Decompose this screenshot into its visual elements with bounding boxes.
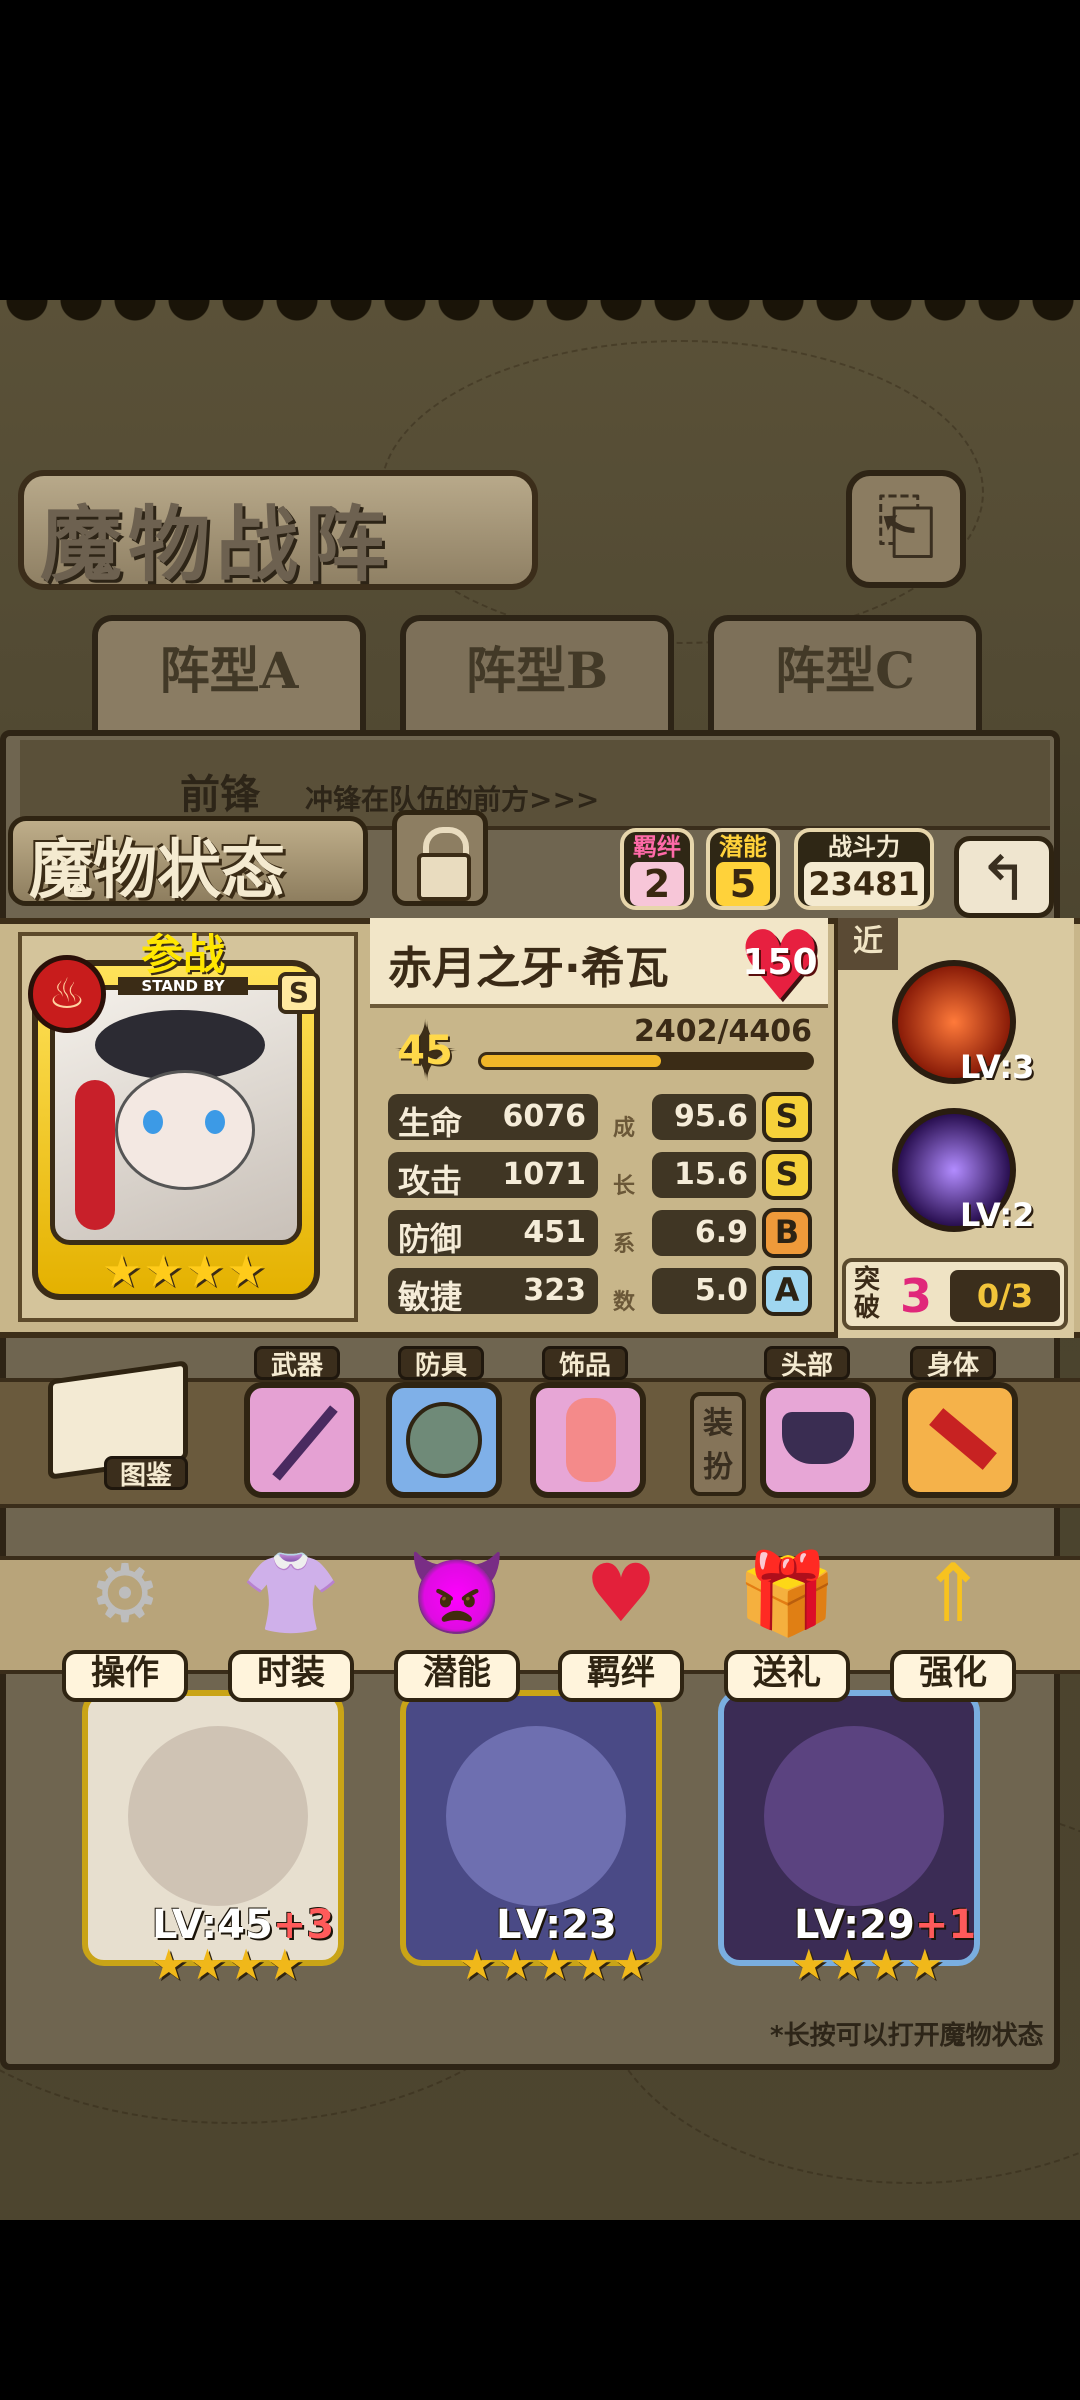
status-title-plate: 魔物状态 (8, 816, 368, 908)
long-press-hint: *长按可以打开魔物状态 (770, 2021, 1044, 2051)
potential-button[interactable]: 👿 潜能 (394, 1538, 520, 1702)
power-badge: 战斗力 23481 (794, 828, 934, 910)
dress-icon: 👚 (241, 1547, 341, 1640)
undo-button[interactable]: ↰ (954, 836, 1054, 918)
position-label: 前锋 (180, 772, 260, 818)
head-slot[interactable] (760, 1382, 876, 1498)
scroll-icon (929, 1408, 997, 1470)
team-card[interactable]: LV:45+3 (82, 1690, 344, 1966)
standby-badge: 参战 STAND BY (118, 933, 248, 995)
monster-portrait (128, 1726, 308, 1906)
growth-coefficient-label: 成长 系数 (612, 1116, 635, 1315)
growth-row: 15.6 (652, 1152, 756, 1198)
dress-up-button[interactable]: 装扮 (690, 1392, 746, 1496)
team-card[interactable]: LV:23 (400, 1690, 662, 1966)
team-card[interactable]: LV:29+1 (718, 1690, 980, 1966)
skill-level: LV:3 (960, 1048, 1035, 1086)
grade-badge: A (762, 1266, 812, 1316)
team-stars: ★★★★ (790, 1940, 945, 1989)
costume-button[interactable]: 👚 时装 (228, 1538, 354, 1702)
tab-formation-c[interactable]: 阵型C (708, 615, 982, 735)
tab-label: 阵型B (465, 641, 609, 700)
tab-label: 阵型C (775, 641, 915, 700)
range-tag: 近 (838, 918, 898, 970)
stat-row: 防御 451 (388, 1210, 598, 1258)
hearts-icon: ♥ (585, 1547, 657, 1640)
monster-name: 赤月之牙·希瓦 (388, 943, 669, 994)
stat-value: 451 (523, 1215, 586, 1250)
operation-button[interactable]: ⚙ 操作 (62, 1538, 188, 1702)
stat-row: 生命 6076 (388, 1094, 598, 1142)
growth-value: 5.0 (694, 1273, 748, 1308)
armor-slot[interactable] (386, 1382, 502, 1498)
doll-icon (566, 1398, 616, 1482)
staff-icon (272, 1405, 338, 1481)
back-button[interactable]: ⎗ (846, 470, 966, 588)
growth-value: 95.6 (673, 1099, 748, 1134)
growth-row: 95.6 (652, 1094, 756, 1140)
affection-heart: ♥ 150 (734, 918, 826, 1014)
stat-label: 生命 (398, 1104, 463, 1142)
weapon-label: 武器 (254, 1346, 340, 1381)
growth-row: 6.9 (652, 1210, 756, 1256)
return-icon: ⎗ (876, 483, 936, 569)
tab-label: 阵型A (159, 641, 299, 700)
armor-label: 防具 (398, 1346, 484, 1381)
stat-label: 防御 (398, 1220, 463, 1258)
grade-badge: B (762, 1208, 812, 1258)
demon-icon: 👿 (407, 1547, 507, 1640)
stat-label: 敏捷 (398, 1278, 463, 1316)
head-label: 头部 (764, 1346, 850, 1381)
xp-fill (481, 1055, 661, 1067)
accessory-slot[interactable] (530, 1382, 646, 1498)
growth-value: 6.9 (694, 1215, 748, 1250)
shield-icon (406, 1402, 482, 1478)
enhance-button[interactable]: ⇑ 强化 (890, 1538, 1016, 1702)
potential-badge: 潜能 5 (706, 828, 780, 910)
rank-badge: S (278, 972, 320, 1014)
star-rating: ★★★★ (102, 1246, 268, 1297)
stat-value: 6076 (502, 1099, 587, 1134)
monster-portrait (446, 1726, 626, 1906)
level-badge: ✦ 45 (391, 1004, 459, 1097)
xp-text: 2402/4406 (634, 1014, 812, 1049)
panel-title: 魔物状态 (29, 833, 285, 908)
growth-row: 5.0 (652, 1268, 756, 1314)
bond-badge: 羁绊 2 (620, 828, 694, 910)
tab-formation-b[interactable]: 阵型B (400, 615, 674, 735)
gear-icon: ⚙ (89, 1547, 161, 1640)
hat-icon (782, 1412, 854, 1464)
growth-value: 15.6 (673, 1157, 748, 1192)
grade-badge: S (762, 1092, 812, 1142)
top-edge-decoration (0, 300, 1080, 340)
xp-bar (478, 1052, 814, 1070)
up-arrows-icon: ⇑ (919, 1547, 987, 1640)
undo-arrow-icon: ↰ (978, 842, 1030, 915)
body-slot[interactable] (902, 1382, 1018, 1498)
bond-button[interactable]: ♥ 羁绊 (558, 1538, 684, 1702)
breakthrough-box[interactable]: 突破 3 0/3 (842, 1258, 1068, 1330)
fire-element-icon: ♨ (28, 955, 106, 1033)
skill-level: LV:2 (960, 1196, 1035, 1234)
tab-formation-a[interactable]: 阵型A (92, 615, 366, 735)
weapon-slot[interactable] (244, 1382, 360, 1498)
body-label: 身体 (910, 1346, 996, 1381)
grade-badge: S (762, 1150, 812, 1200)
stat-value: 323 (523, 1273, 586, 1308)
stat-label: 攻击 (398, 1162, 463, 1200)
team-stars: ★★★★★ (458, 1940, 652, 1989)
screen-title: 魔物战阵 (40, 497, 393, 593)
stat-row: 敏捷 323 (388, 1268, 598, 1316)
accessory-label: 饰品 (542, 1346, 628, 1381)
monster-portrait (764, 1726, 944, 1906)
lock-button[interactable] (392, 810, 488, 906)
stat-row: 攻击 1071 (388, 1152, 598, 1200)
team-stars: ★★★★ (150, 1940, 305, 1989)
stat-value: 1071 (502, 1157, 587, 1192)
gift-button[interactable]: 🎁 送礼 (724, 1538, 850, 1702)
codex-button[interactable]: 图鉴 (42, 1360, 192, 1491)
affection-value: 150 (742, 942, 818, 983)
gift-icon: 🎁 (737, 1547, 837, 1640)
